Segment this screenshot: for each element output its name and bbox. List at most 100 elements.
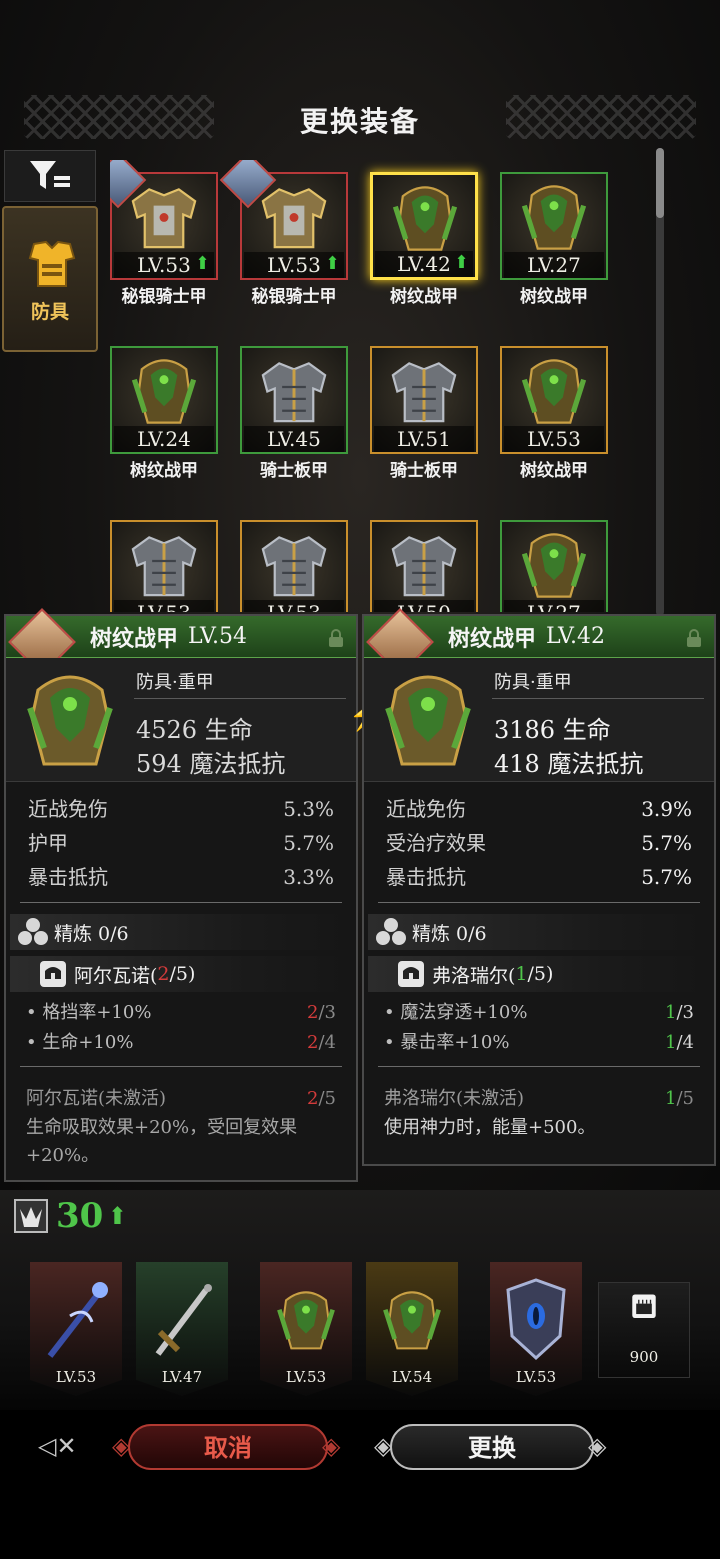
fist-icon	[608, 1288, 680, 1344]
candidate-equipment-panel: 树纹战甲 LV.42 防具·重甲 3186 生命 418 魔法抵抗 近战免伤 3.…	[362, 608, 716, 1166]
set-bonus-row: • 魔法穿透+10% 1/3	[384, 1002, 694, 1023]
equipment-type: 防具·重甲	[494, 672, 572, 693]
ornament-icon: ◈	[588, 1432, 607, 1460]
set-effect-text: 生命吸取效果+20%，受回复效果+20%。	[26, 1117, 298, 1166]
equipped-slot[interactable]: LV.54	[366, 1262, 458, 1396]
equipment-item[interactable]: LV.53	[240, 520, 348, 612]
stat-row: 暴击抵抗 5.7%	[386, 865, 692, 889]
item-frame: LV.50	[370, 520, 478, 612]
category-tab-armor[interactable]: 防具	[2, 206, 98, 352]
magic-resist-value: 594 魔法抵抗	[136, 750, 286, 778]
upgrade-arrow-icon: ⬆	[453, 252, 469, 273]
power-indicator: 30 ⬆	[14, 1196, 127, 1236]
set-bonus-row: • 暴击率+10% 1/4	[384, 1032, 694, 1053]
filter-button[interactable]	[4, 150, 96, 202]
refine-text: 精炼 0/6	[412, 922, 487, 945]
armor-icon	[28, 240, 76, 287]
current-equipment-panel: 树纹战甲 LV.54 防具·重甲 4526 生命 594 魔法抵抗 近战免伤 5.…	[4, 608, 358, 1182]
leaf-armor-icon	[385, 675, 471, 766]
equipment-item[interactable]: LV.51 骑士板甲	[370, 346, 478, 481]
item-name: 树纹战甲	[390, 287, 458, 307]
equipped-slot[interactable]: LV.53	[30, 1262, 122, 1396]
divider	[378, 898, 700, 908]
stat-list: 近战免伤 3.9% 受治疗效果 5.7% 暴击抵抗 5.7%	[364, 782, 714, 894]
item-name: 骑士板甲	[260, 461, 328, 481]
equipped-slot[interactable]: LV.53	[260, 1262, 352, 1396]
item-frame: LV.24	[110, 346, 218, 454]
item-frame: LV.45	[240, 346, 348, 454]
equipment-item[interactable]: LV.45 骑士板甲	[240, 346, 348, 481]
equipment-item[interactable]: LV.53 ⬆ 秘银骑士甲	[219, 160, 348, 307]
page-title: 更换装备	[299, 105, 420, 138]
scrollbar-thumb[interactable]	[656, 148, 664, 218]
equipped-slot[interactable]: 900	[598, 1262, 690, 1396]
armor-icon	[376, 350, 472, 430]
divider	[492, 698, 704, 699]
divider	[20, 898, 342, 908]
sword-icon	[146, 1276, 218, 1362]
upgrade-arrow-icon: ⬆	[324, 253, 340, 274]
slot-level: LV.53	[285, 1368, 327, 1386]
scrollbar[interactable]	[656, 148, 664, 616]
refine-icon	[376, 918, 406, 945]
equipment-item[interactable]: LV.27 树纹战甲	[500, 172, 608, 307]
equipment-item[interactable]: LV.53 ⬆ 秘银骑士甲	[110, 160, 218, 307]
item-name: 秘银骑士甲	[251, 287, 337, 307]
item-level: LV.50	[374, 600, 474, 612]
set-bonus-row: • 格挡率+10% 2/3	[26, 1002, 336, 1023]
shield-icon	[500, 1276, 572, 1362]
lock-icon[interactable]	[326, 628, 346, 648]
set-count: 1	[515, 963, 528, 985]
slot-level: 900	[629, 1348, 659, 1366]
equipped-slot[interactable]: LV.53	[490, 1262, 582, 1396]
set-total: /5)	[527, 963, 554, 985]
back-icon[interactable]: ◁✕	[38, 1432, 77, 1460]
cancel-button[interactable]: 取消	[128, 1424, 328, 1470]
item-level: LV.24	[114, 426, 214, 452]
item-name: 骑士板甲	[390, 461, 458, 481]
equipment-type: 防具·重甲	[136, 672, 214, 693]
equipment-item[interactable]: LV.50	[370, 520, 478, 612]
helmet-icon	[398, 961, 424, 987]
stat-row: 近战免伤 3.9%	[386, 797, 692, 821]
equipment-level: LV.54	[188, 624, 248, 649]
item-frame: LV.42 ⬆	[370, 172, 478, 280]
equipment-item[interactable]: LV.53	[110, 520, 218, 612]
set-effect-text: 使用神力时，能量+500。	[384, 1117, 596, 1138]
divider	[134, 698, 346, 699]
equipment-item[interactable]: LV.27	[500, 520, 608, 612]
slot-level: LV.53	[55, 1368, 97, 1386]
refine-text: 精炼 0/6	[54, 922, 129, 945]
set-bonus-row: • 生命+10% 2/4	[26, 1032, 336, 1053]
staff-icon	[40, 1276, 112, 1362]
stat-row: 护甲 5.7%	[28, 831, 334, 855]
equipment-item[interactable]: LV.53 树纹战甲	[500, 346, 608, 481]
lock-icon[interactable]	[684, 628, 704, 648]
equipment-name: 树纹战甲	[90, 625, 179, 652]
armor-icon	[506, 524, 602, 604]
equipment-level: LV.42	[546, 624, 606, 649]
item-frame: LV.53	[500, 346, 608, 454]
item-name: 树纹战甲	[520, 461, 588, 481]
item-frame: LV.27	[500, 172, 608, 280]
item-frame: LV.27	[500, 520, 608, 612]
slot-level: LV.54	[391, 1368, 433, 1386]
item-frame: LV.53	[240, 520, 348, 612]
divider	[20, 1062, 342, 1072]
leaf-armor-icon	[27, 675, 113, 766]
item-level: LV.53	[114, 600, 214, 612]
refine-icon	[18, 918, 48, 945]
set-name: 阿尔瓦诺(	[74, 964, 158, 987]
armor-icon	[377, 177, 473, 257]
armor-icon	[506, 176, 602, 256]
equipment-item[interactable]: LV.24 树纹战甲	[110, 346, 218, 481]
equipped-slot[interactable]: LV.47	[136, 1262, 228, 1396]
item-level: LV.53	[244, 600, 344, 612]
hp-value: 3186 生命	[494, 716, 611, 744]
divider	[378, 1062, 700, 1072]
panel-header: 树纹战甲 LV.54	[6, 608, 356, 676]
replace-button[interactable]: 更换	[390, 1424, 594, 1470]
equipment-item[interactable]: LV.42 ⬆ 树纹战甲	[370, 172, 478, 307]
slot-level: LV.47	[161, 1368, 203, 1386]
armor-icon	[506, 350, 602, 430]
